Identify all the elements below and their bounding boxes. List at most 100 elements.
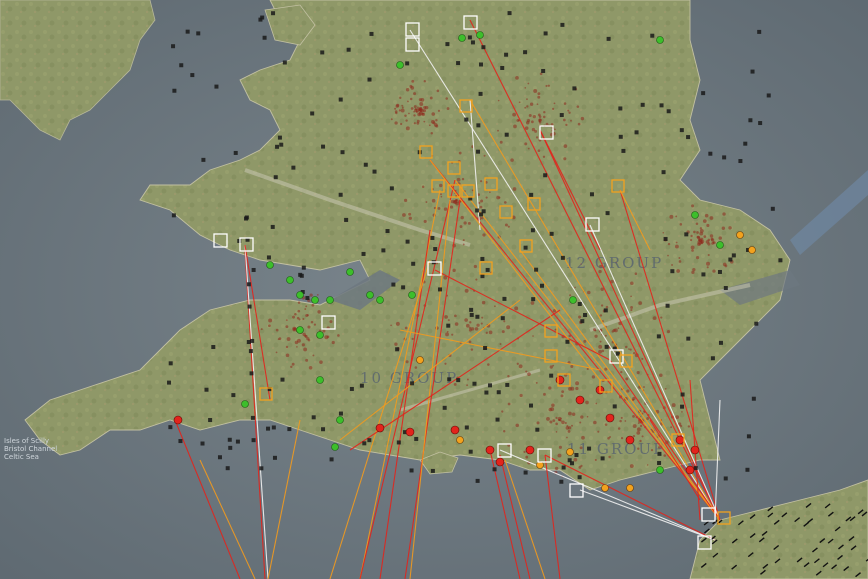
urban-speckle (706, 266, 709, 269)
airfield-icon (722, 155, 727, 160)
airfield-icon (280, 377, 285, 382)
airfield-icon (605, 211, 610, 216)
urban-speckle (679, 223, 683, 226)
urban-speckle (538, 118, 542, 122)
urban-speckle (594, 329, 597, 332)
urban-speckle (404, 198, 408, 203)
urban-speckle (435, 124, 439, 128)
friendly-marker (569, 296, 577, 304)
urban-speckle (629, 464, 634, 469)
urban-speckle (512, 112, 517, 117)
urban-speckle (402, 213, 406, 217)
urban-speckle (292, 315, 296, 319)
airfield-icon (481, 209, 486, 214)
urban-speckle (513, 124, 517, 129)
urban-speckle (626, 389, 630, 393)
airfield-icon (686, 336, 691, 341)
airfield-icon (505, 382, 510, 387)
urban-speckle (554, 466, 559, 471)
urban-speckle (512, 187, 517, 191)
airfield-icon (367, 77, 372, 82)
urban-speckle (429, 96, 433, 100)
airfield-icon (469, 312, 474, 317)
campaign-map[interactable]: 12 GROUP 10 GROUP 11 GROUP Isles of Scil… (0, 0, 868, 579)
airfield-icon (481, 45, 486, 50)
urban-speckle (585, 400, 589, 405)
urban-speckle (404, 114, 407, 117)
urban-speckle (399, 96, 402, 99)
airfield-icon (534, 267, 539, 272)
urban-speckle (691, 249, 694, 252)
urban-speckle (625, 377, 629, 381)
urban-speckle (617, 427, 621, 430)
airfield-icon (475, 478, 480, 483)
urban-speckle (454, 314, 457, 318)
urban-speckle (667, 254, 669, 257)
urban-speckle (454, 322, 459, 326)
friendly-marker (296, 326, 304, 334)
airfield-icon (179, 63, 184, 68)
friendly-marker (476, 31, 484, 39)
airfield-icon (446, 323, 451, 328)
urban-speckle (312, 354, 315, 357)
urban-speckle (437, 109, 441, 112)
urban-speckle (563, 118, 566, 122)
urban-speckle (628, 348, 630, 350)
airfield-icon (603, 308, 608, 313)
urban-speckle (698, 236, 701, 239)
enemy-marker (690, 445, 700, 455)
urban-speckle (536, 103, 539, 106)
urban-speckle (542, 155, 546, 158)
urban-speckle (413, 114, 416, 117)
airfield-icon (670, 269, 675, 274)
airfield-icon (693, 466, 698, 471)
urban-speckle (400, 122, 403, 126)
airfield-icon (442, 405, 447, 410)
urban-speckle (687, 425, 691, 428)
airfield-icon (766, 93, 771, 98)
urban-speckle (573, 457, 578, 462)
urban-speckle (468, 328, 472, 332)
enemy-marker (495, 457, 505, 467)
urban-speckle (638, 301, 643, 305)
urban-speckle (460, 215, 464, 220)
urban-speckle (548, 386, 552, 390)
urban-speckle (571, 424, 573, 427)
urban-speckle (561, 420, 565, 425)
urban-speckle (524, 106, 527, 109)
urban-speckle (268, 318, 273, 323)
airfield-icon (657, 460, 662, 465)
airfield-icon (480, 274, 485, 279)
urban-speckle (537, 149, 541, 153)
airfield-icon (640, 102, 645, 107)
urban-speckle (549, 420, 553, 424)
friendly-marker (296, 291, 304, 299)
airfield-icon (405, 239, 410, 244)
urban-speckle (710, 237, 714, 241)
airfield-icon (168, 425, 173, 430)
urban-speckle (560, 417, 562, 420)
urban-speckle (485, 196, 488, 199)
airfield-icon (738, 159, 743, 164)
urban-speckle (632, 351, 636, 355)
urban-speckle (527, 147, 530, 150)
urban-speckle (430, 132, 434, 135)
urban-speckle (395, 104, 399, 108)
urban-speckle (308, 365, 313, 370)
airfield-icon (196, 31, 201, 36)
urban-speckle (504, 223, 508, 227)
airfield-icon (659, 103, 664, 108)
enemy-marker (173, 415, 183, 425)
airfield-icon (539, 283, 544, 288)
urban-speckle (275, 351, 278, 354)
urban-speckle (285, 353, 290, 358)
airfield-icon (433, 247, 438, 252)
airfield-icon (758, 121, 763, 126)
airfield-icon (171, 44, 176, 49)
friendly-marker (656, 466, 664, 474)
urban-speckle (419, 102, 424, 106)
urban-speckle (724, 264, 728, 268)
urban-speckle (718, 236, 722, 240)
urban-speckle (466, 378, 469, 381)
urban-speckle (523, 450, 526, 453)
